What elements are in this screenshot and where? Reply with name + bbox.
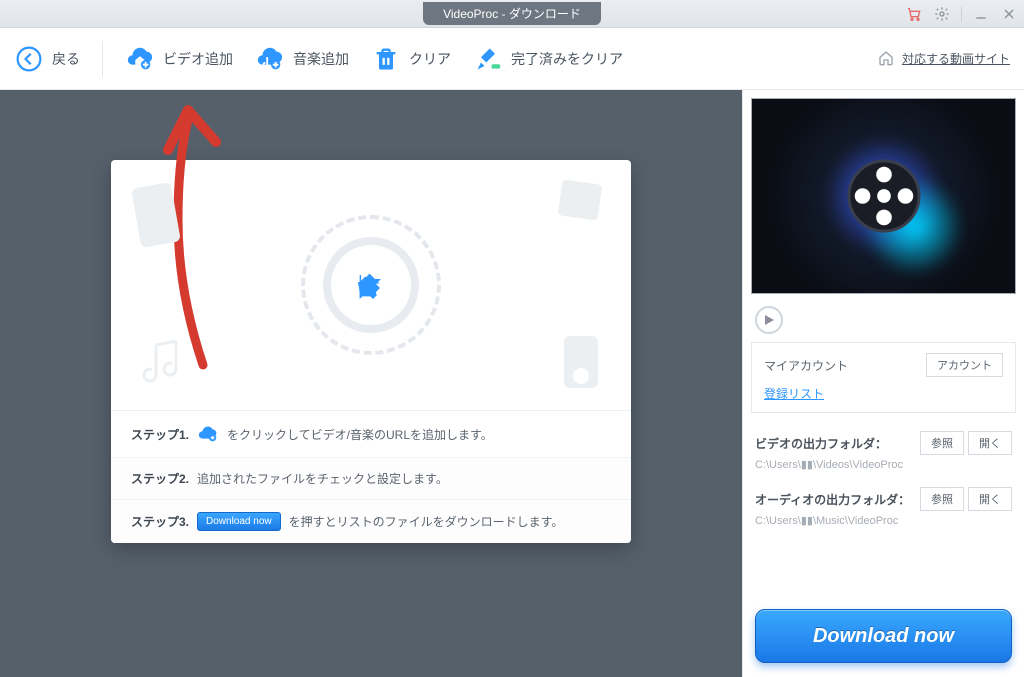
ghost-phone-icon [131, 180, 191, 250]
account-button[interactable]: アカウント [926, 353, 1003, 377]
back-arrow-icon [14, 44, 44, 74]
download-now-button[interactable]: Download now [755, 609, 1012, 663]
step3-text: を押すとリストのファイルをダウンロードします。 [289, 513, 564, 530]
add-video-button[interactable]: ビデオ追加 [125, 44, 233, 74]
ghost-music-icon [136, 335, 191, 390]
account-panel: マイアカウント アカウント 登録リスト [751, 342, 1016, 413]
audio-browse-button[interactable]: 参照 [920, 487, 964, 511]
window-title: VideoProc - ダウンロード [423, 2, 601, 25]
ghost-file-icon [554, 178, 609, 223]
step-2: ステップ2. 追加されたファイルをチェックと設定します。 [111, 457, 631, 499]
brush-icon [473, 44, 503, 74]
drop-card: ステップ1. をクリックしてビデオ/音楽のURLを追加します。 ステップ2. 追… [111, 160, 631, 543]
preview-panel [751, 98, 1016, 294]
add-music-label: 音楽追加 [293, 49, 349, 69]
account-label: マイアカウント [764, 357, 848, 374]
play-button[interactable] [755, 306, 783, 334]
video-output-label: ビデオの出力フォルダ： [755, 435, 887, 452]
cloud-add-music-icon [255, 44, 285, 74]
back-label: 戻る [52, 49, 80, 69]
upload-arrow-icon [354, 268, 388, 302]
cloud-add-video-icon [125, 44, 155, 74]
cart-icon[interactable] [905, 5, 923, 23]
supported-sites-label: 対応する動画サイト [902, 50, 1010, 67]
drop-zone[interactable] [111, 160, 631, 410]
step1-text: をクリックしてビデオ/音楽のURLを追加します。 [227, 426, 493, 443]
titlebar: VideoProc - ダウンロード [0, 0, 1024, 28]
film-reel-icon [845, 157, 923, 235]
ghost-ipod-icon [556, 332, 606, 392]
toolbar: 戻る ビデオ追加 音楽追加 クリア 完了済みをクリア 対応する動画サイト [0, 28, 1024, 90]
audio-output-path: C:\Users\▮▮\Music\VideoProc [755, 514, 1012, 527]
clear-done-button[interactable]: 完了済みをクリア [473, 44, 623, 74]
back-button[interactable]: 戻る [14, 44, 80, 74]
video-output-path: C:\Users\▮▮\Videos\VideoProc [755, 458, 1012, 471]
step3-mini-button: Download now [197, 512, 281, 531]
video-browse-button[interactable]: 参照 [920, 431, 964, 455]
cloud-add-mini-icon [197, 423, 219, 445]
add-music-button[interactable]: 音楽追加 [255, 44, 349, 74]
video-open-button[interactable]: 開く [968, 431, 1012, 455]
step2-text: 追加されたファイルをチェックと設定します。 [197, 470, 448, 487]
audio-open-button[interactable]: 開く [968, 487, 1012, 511]
step1-label: ステップ1. [131, 426, 189, 443]
supported-sites-link[interactable]: 対応する動画サイト [878, 50, 1010, 68]
main-area: ステップ1. をクリックしてビデオ/音楽のURLを追加します。 ステップ2. 追… [0, 90, 742, 677]
step-1: ステップ1. をクリックしてビデオ/音楽のURLを追加します。 [111, 411, 631, 457]
clear-done-label: 完了済みをクリア [511, 49, 623, 69]
trash-icon [371, 44, 401, 74]
gear-icon[interactable] [933, 5, 951, 23]
register-list-link[interactable]: 登録リスト [764, 387, 824, 401]
home-icon [878, 50, 896, 68]
sidebar: マイアカウント アカウント 登録リスト ビデオの出力フォルダ： 参照 開く C:… [742, 90, 1024, 677]
add-video-label: ビデオ追加 [163, 49, 233, 69]
output-video-section: ビデオの出力フォルダ： 参照 開く C:\Users\▮▮\Videos\Vid… [743, 421, 1024, 477]
clear-label: クリア [409, 49, 451, 69]
step3-label: ステップ3. [131, 513, 189, 530]
output-audio-section: オーディオの出力フォルダ： 参照 開く C:\Users\▮▮\Music\Vi… [743, 477, 1024, 533]
clear-button[interactable]: クリア [371, 44, 451, 74]
close-icon[interactable] [1000, 5, 1018, 23]
minimize-icon[interactable] [972, 5, 990, 23]
steps-list: ステップ1. をクリックしてビデオ/音楽のURLを追加します。 ステップ2. 追… [111, 410, 631, 543]
audio-output-label: オーディオの出力フォルダ： [755, 491, 910, 508]
step-3: ステップ3. Download now を押すとリストのファイルをダウンロードし… [111, 499, 631, 543]
step2-label: ステップ2. [131, 470, 189, 487]
